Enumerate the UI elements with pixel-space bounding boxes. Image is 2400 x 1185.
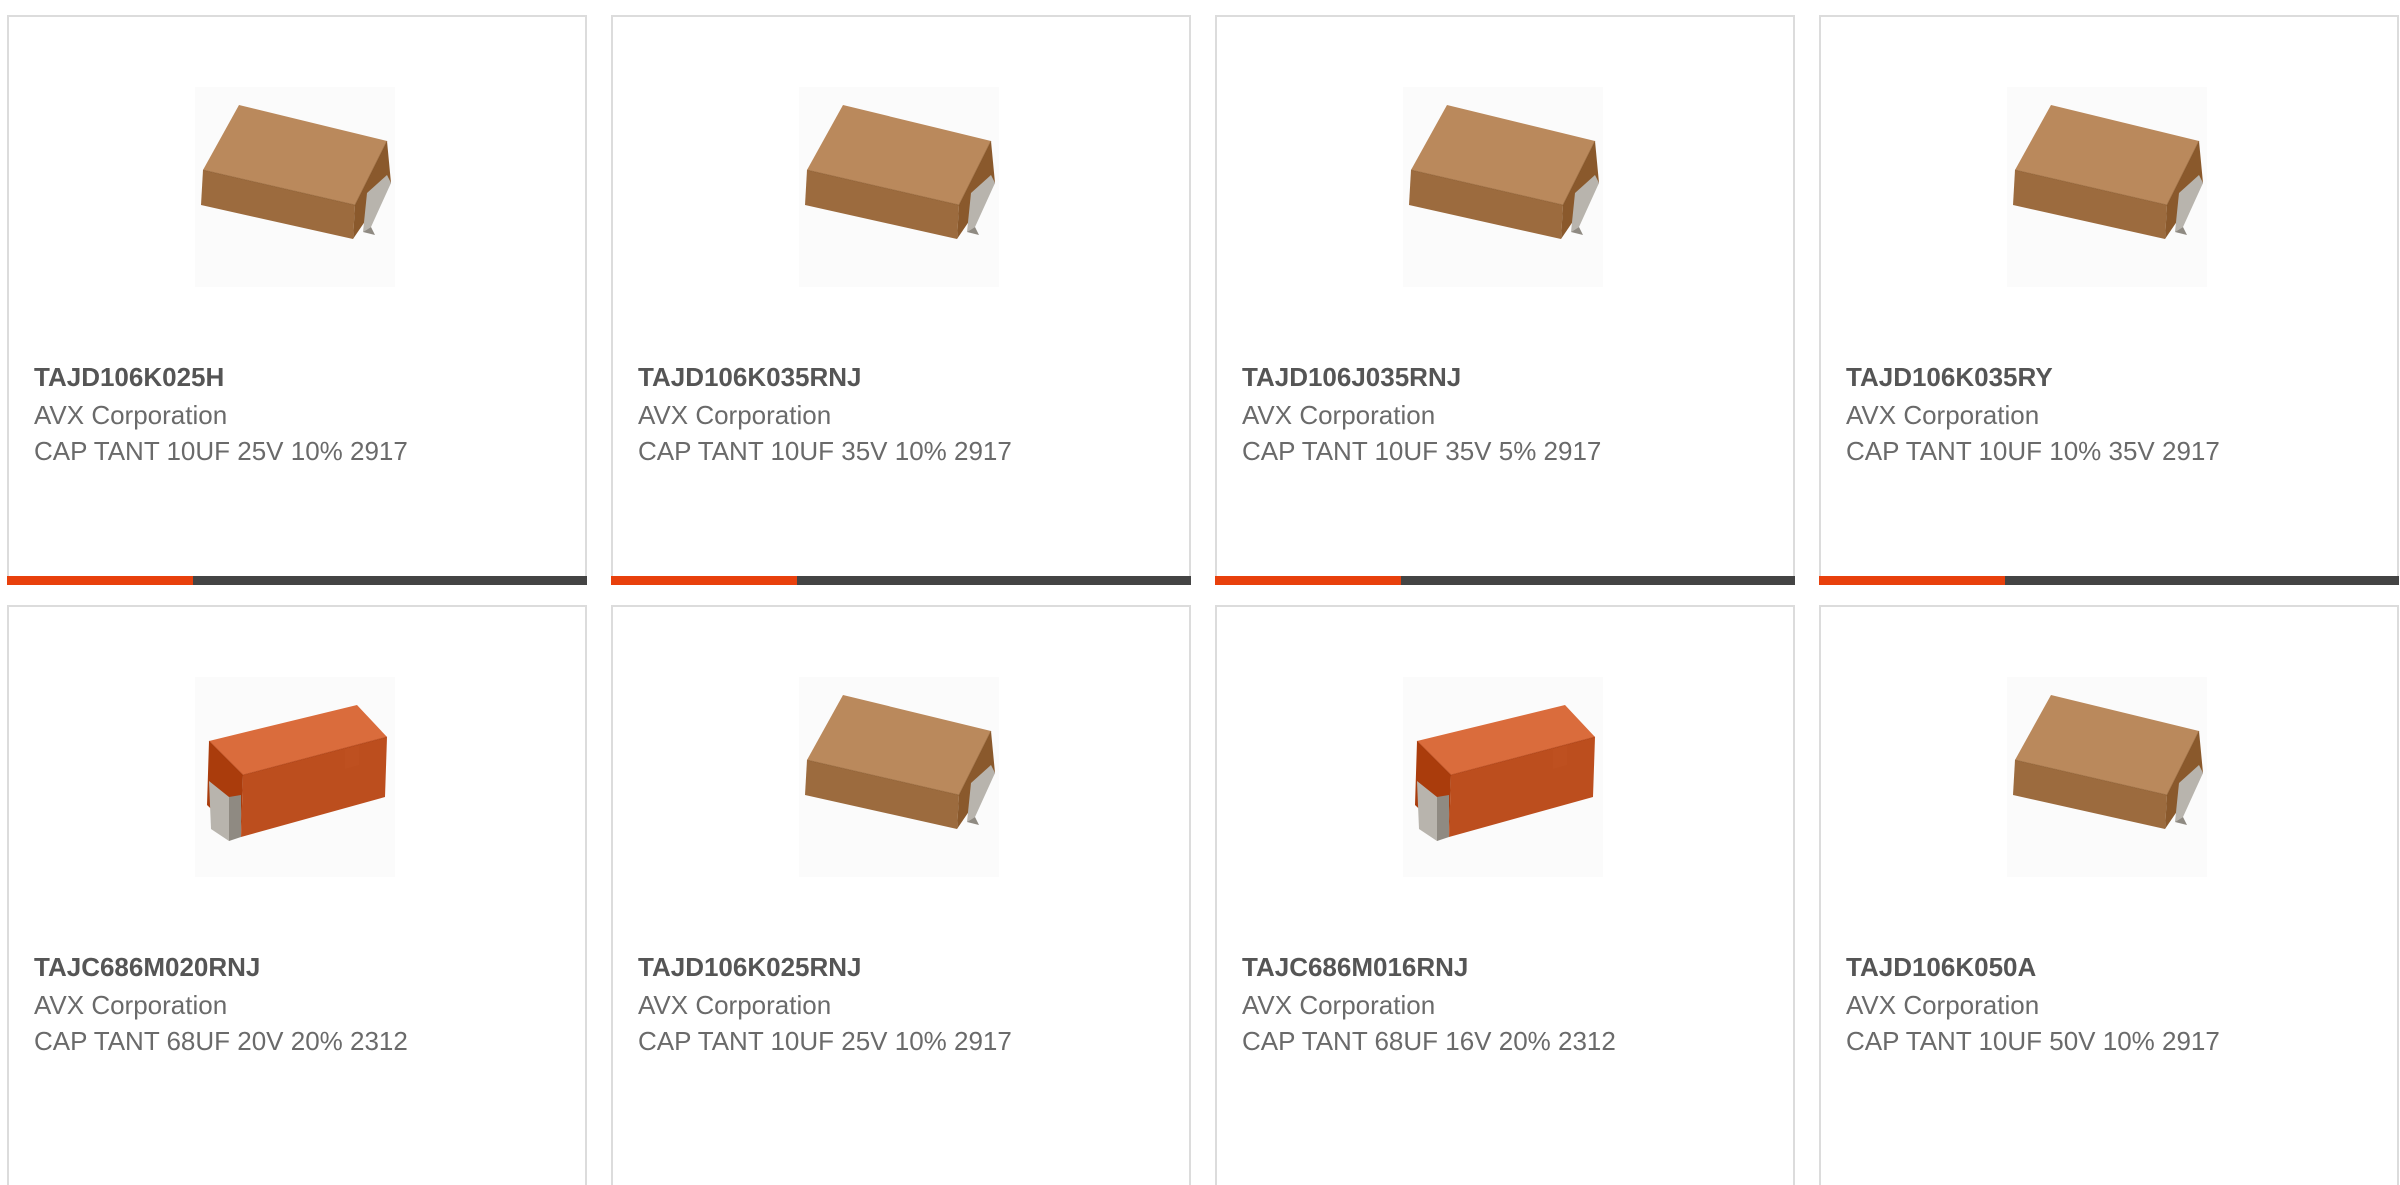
product-card[interactable]: TAJD106K025RNJ AVX Corporation CAP TANT … bbox=[611, 605, 1191, 1185]
product-card[interactable]: TAJD106K035RY AVX Corporation CAP TANT 1… bbox=[1819, 15, 2399, 585]
description: CAP TANT 10UF 35V 5% 2917 bbox=[1242, 436, 1602, 466]
description: CAP TANT 68UF 16V 20% 2312 bbox=[1242, 1026, 1616, 1056]
part-number[interactable]: TAJC686M016RNJ bbox=[1242, 952, 1468, 983]
description: CAP TANT 10UF 50V 10% 2917 bbox=[1846, 1026, 2220, 1056]
progress-fill bbox=[1819, 576, 2005, 585]
product-image[interactable] bbox=[2007, 677, 2207, 877]
product-image[interactable] bbox=[799, 87, 999, 287]
part-number[interactable]: TAJD106K050A bbox=[1846, 952, 2036, 983]
manufacturer: AVX Corporation bbox=[1846, 400, 2040, 430]
manufacturer: AVX Corporation bbox=[34, 990, 228, 1020]
tantalum-capacitor-brown-icon bbox=[201, 105, 391, 239]
product-card[interactable]: TAJC686M016RNJ AVX Corporation CAP TANT … bbox=[1215, 605, 1795, 1185]
manufacturer: AVX Corporation bbox=[1242, 990, 1436, 1020]
manufacturer: AVX Corporation bbox=[1242, 400, 1436, 430]
description: CAP TANT 10UF 10% 35V 2917 bbox=[1846, 436, 2220, 466]
tantalum-capacitor-brown-icon bbox=[805, 695, 995, 829]
description: CAP TANT 68UF 20V 20% 2312 bbox=[34, 1026, 408, 1056]
tantalum-capacitor-brown-icon bbox=[1409, 105, 1599, 239]
part-number[interactable]: TAJD106K025H bbox=[34, 362, 224, 393]
progress-bar bbox=[1819, 576, 2399, 585]
manufacturer: AVX Corporation bbox=[638, 990, 832, 1020]
manufacturer: AVX Corporation bbox=[34, 400, 228, 430]
product-card[interactable]: TAJD106K050A AVX Corporation CAP TANT 10… bbox=[1819, 605, 2399, 1185]
part-number[interactable]: TAJD106K025RNJ bbox=[638, 952, 862, 983]
manufacturer: AVX Corporation bbox=[638, 400, 832, 430]
product-card[interactable]: TAJC686M020RNJ AVX Corporation CAP TANT … bbox=[7, 605, 587, 1185]
product-image[interactable] bbox=[1403, 87, 1603, 287]
description: CAP TANT 10UF 25V 10% 2917 bbox=[638, 1026, 1012, 1056]
tantalum-capacitor-orange-icon bbox=[207, 705, 388, 841]
part-number[interactable]: TAJC686M020RNJ bbox=[34, 952, 260, 983]
tantalum-capacitor-orange-icon bbox=[1415, 705, 1596, 841]
product-card[interactable]: TAJD106K025H AVX Corporation CAP TANT 10… bbox=[7, 15, 587, 585]
product-card[interactable]: TAJD106K035RNJ AVX Corporation CAP TANT … bbox=[611, 15, 1191, 585]
manufacturer: AVX Corporation bbox=[1846, 990, 2040, 1020]
progress-bar bbox=[7, 576, 587, 585]
progress-fill bbox=[1215, 576, 1401, 585]
description: CAP TANT 10UF 35V 10% 2917 bbox=[638, 436, 1012, 466]
part-number[interactable]: TAJD106K035RNJ bbox=[638, 362, 862, 393]
product-image[interactable] bbox=[2007, 87, 2207, 287]
tantalum-capacitor-brown-icon bbox=[805, 105, 995, 239]
product-image[interactable] bbox=[1403, 677, 1603, 877]
tantalum-capacitor-brown-icon bbox=[2013, 105, 2203, 239]
product-image[interactable] bbox=[799, 677, 999, 877]
tantalum-capacitor-brown-icon bbox=[2013, 695, 2203, 829]
product-grid: TAJD106K025H AVX Corporation CAP TANT 10… bbox=[0, 0, 2400, 1185]
part-number[interactable]: TAJD106K035RY bbox=[1846, 362, 2053, 393]
progress-fill bbox=[611, 576, 797, 585]
product-card[interactable]: TAJD106J035RNJ AVX Corporation CAP TANT … bbox=[1215, 15, 1795, 585]
progress-fill bbox=[7, 576, 193, 585]
progress-bar bbox=[1215, 576, 1795, 585]
progress-bar bbox=[611, 576, 1191, 585]
description: CAP TANT 10UF 25V 10% 2917 bbox=[34, 436, 408, 466]
product-image[interactable] bbox=[195, 87, 395, 287]
product-image[interactable] bbox=[195, 677, 395, 877]
part-number[interactable]: TAJD106J035RNJ bbox=[1242, 362, 1461, 393]
